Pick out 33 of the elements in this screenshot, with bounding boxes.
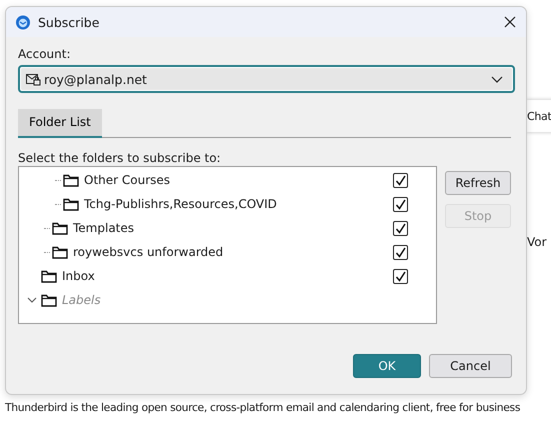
folder-prompt-text: Select the folders to subscribe to: — [18, 151, 222, 165]
chevron-down-icon[interactable] — [27, 297, 37, 303]
account-dropdown[interactable]: roy@planalp.net — [18, 65, 515, 93]
folder-icon — [41, 270, 57, 282]
account-label: Account: — [18, 47, 72, 61]
folder-icon — [41, 294, 57, 306]
folder-icon — [52, 222, 68, 234]
description-text: Thunderbird is the leading open source, cross-platform email and calendaring client, free for business — [5, 401, 520, 414]
window-title: Subscribe — [38, 14, 100, 30]
folder-list-tab[interactable]: Folder List — [18, 109, 102, 138]
folder-icon — [63, 198, 79, 210]
folder-icon — [52, 246, 68, 258]
subscribe-checkbox[interactable] — [393, 172, 408, 188]
mail-lock-icon — [26, 72, 41, 86]
background-text: Vor — [527, 235, 547, 249]
app-logo-icon — [15, 14, 31, 30]
ok-button[interactable]: OK — [353, 354, 421, 378]
folder-name[interactable]: Inbox — [62, 269, 388, 283]
subscribe-checkbox[interactable] — [393, 220, 408, 236]
close-icon[interactable] — [504, 16, 516, 28]
subscribe-checkbox[interactable] — [393, 244, 408, 260]
folder-name[interactable]: Tchg-Publishrs,Resources,COVID — [84, 197, 388, 211]
folder-name[interactable]: roywebsvcs unforwarded — [73, 245, 388, 259]
folder-name[interactable]: Labels — [62, 293, 436, 307]
subscribe-checkbox[interactable] — [393, 268, 408, 284]
chat-tab-label: Chat — [527, 110, 551, 122]
subscribe-checkbox[interactable] — [393, 196, 408, 212]
folder-name[interactable]: Templates — [73, 221, 388, 235]
refresh-button[interactable]: Refresh — [445, 171, 511, 195]
chevron-down-icon — [491, 76, 503, 82]
folder-icon — [63, 174, 79, 186]
cancel-button[interactable]: Cancel — [429, 354, 512, 378]
folder-name[interactable]: Other Courses — [84, 173, 388, 187]
